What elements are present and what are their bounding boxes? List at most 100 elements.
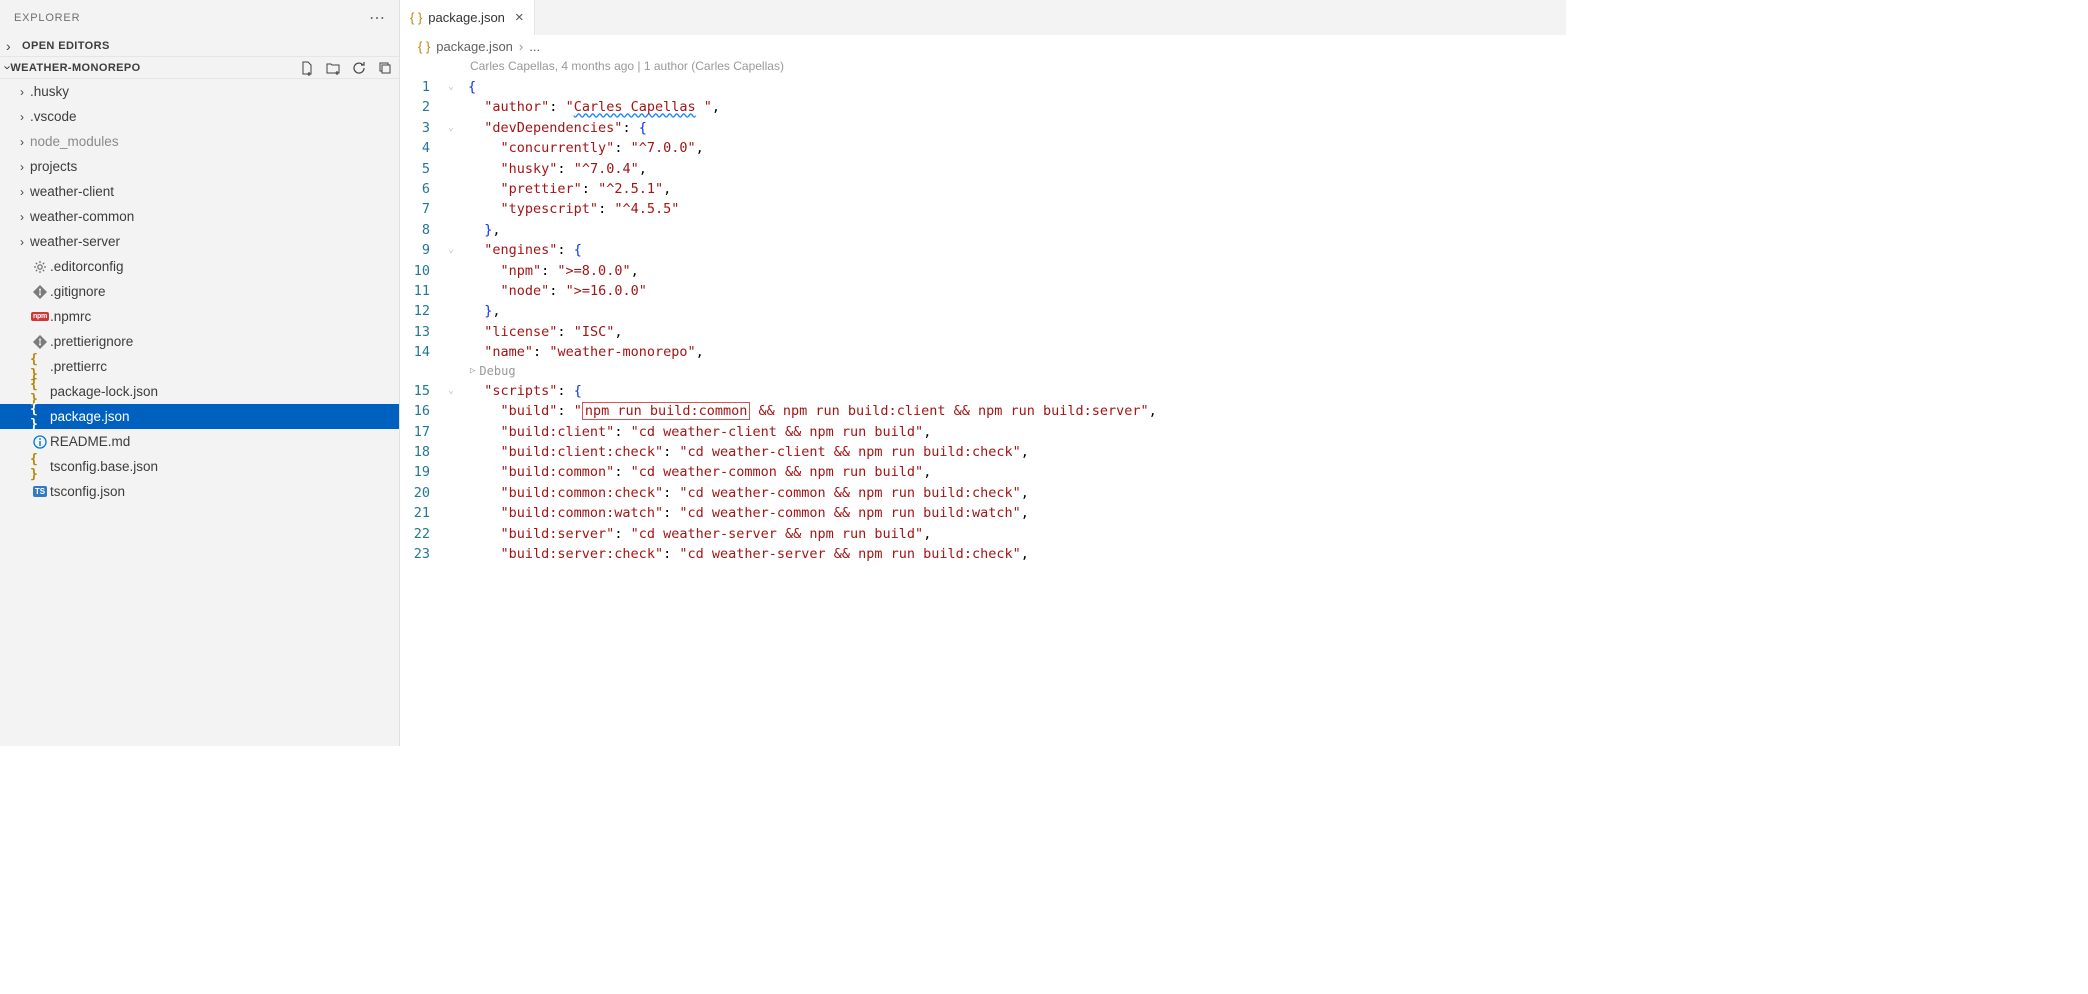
folder-name: WEATHER-MONOREPO — [10, 62, 140, 74]
code-line[interactable]: 8 }, — [400, 220, 1566, 240]
json-file-icon: { } — [410, 10, 422, 25]
folder-projects[interactable]: ›projects — [0, 154, 399, 179]
breadcrumb-ellipsis: ... — [529, 39, 540, 54]
tree-item-label: package-lock.json — [50, 384, 158, 399]
gear-icon — [30, 259, 50, 275]
code-line[interactable]: 22 "build:server": "cd weather-server &&… — [400, 524, 1566, 544]
code-line[interactable]: 18 "build:client:check": "cd weather-cli… — [400, 442, 1566, 462]
line-number: 18 — [400, 442, 448, 462]
code-line[interactable]: 20 "build:common:check": "cd weather-com… — [400, 483, 1566, 503]
line-number: 2 — [400, 97, 448, 117]
chevron-right-icon: › — [14, 160, 30, 174]
breadcrumb-file: package.json — [436, 39, 513, 54]
chevron-right-icon: › — [14, 235, 30, 249]
tree-item-label: .gitignore — [50, 284, 106, 299]
new-file-icon[interactable] — [299, 60, 315, 76]
tab-package-json[interactable]: { } package.json × — [400, 0, 535, 35]
git-icon — [30, 334, 50, 350]
code-line[interactable]: 9⌄ "engines": { — [400, 240, 1566, 260]
tab-label: package.json — [428, 10, 505, 25]
line-number: 21 — [400, 503, 448, 523]
code-line[interactable]: 3⌄ "devDependencies": { — [400, 118, 1566, 138]
file-.npmrc[interactable]: npm.npmrc — [0, 304, 399, 329]
json-icon: { } — [30, 402, 50, 432]
new-folder-icon[interactable] — [325, 60, 341, 76]
tree-item-label: README.md — [50, 434, 130, 449]
code-line[interactable]: 16 "build": "npm run build:common && npm… — [400, 401, 1566, 421]
code-line[interactable]: 4 "concurrently": "^7.0.0", — [400, 138, 1566, 158]
folder-node_modules[interactable]: ›node_modules — [0, 129, 399, 154]
file-.prettierrc[interactable]: { }.prettierrc — [0, 354, 399, 379]
open-editors-label: OPEN EDITORS — [22, 40, 110, 52]
tree-item-label: weather-server — [30, 234, 120, 249]
code-line[interactable]: 11 "node": ">=16.0.0" — [400, 281, 1566, 301]
open-editors-header[interactable]: › OPEN EDITORS — [0, 35, 399, 57]
line-number: 1 — [400, 77, 448, 97]
close-icon[interactable]: × — [511, 9, 524, 26]
code-line[interactable]: 19 "build:common": "cd weather-common &&… — [400, 462, 1566, 482]
folder-.husky[interactable]: ›.husky — [0, 79, 399, 104]
file-.prettierignore[interactable]: .prettierignore — [0, 329, 399, 354]
chevron-right-icon: › — [14, 110, 30, 124]
folder-weather-server[interactable]: ›weather-server — [0, 229, 399, 254]
code-line[interactable]: 15⌄ "scripts": { — [400, 381, 1566, 401]
explorer-sidebar: EXPLORER ⋯ › OPEN EDITORS › WEATHER-MONO… — [0, 0, 400, 746]
tree-item-label: tsconfig.base.json — [50, 459, 158, 474]
code-line[interactable]: 17 "build:client": "cd weather-client &&… — [400, 422, 1566, 442]
code-line[interactable]: 2 "author": "Carles Capellas ", — [400, 97, 1566, 117]
tree-item-label: tsconfig.json — [50, 484, 125, 499]
code-line[interactable]: 6 "prettier": "^2.5.1", — [400, 179, 1566, 199]
line-number: 8 — [400, 220, 448, 240]
tree-item-label: node_modules — [30, 134, 119, 149]
file-package-lock.json[interactable]: { }package-lock.json — [0, 379, 399, 404]
tree-item-label: .npmrc — [50, 309, 91, 324]
highlighted-text: npm run build:common — [582, 402, 751, 420]
code-line[interactable]: 23 "build:server:check": "cd weather-ser… — [400, 544, 1566, 564]
code-line[interactable]: 12 }, — [400, 301, 1566, 321]
play-icon: ▷ — [470, 361, 475, 381]
code-line[interactable]: 21 "build:common:watch": "cd weather-com… — [400, 503, 1566, 523]
fold-icon[interactable]: ⌄ — [448, 381, 468, 401]
debug-codelens[interactable]: ▷Debug — [400, 363, 1566, 381]
code-line[interactable]: 5 "husky": "^7.0.4", — [400, 159, 1566, 179]
npm-icon: npm — [30, 312, 50, 321]
tree-item-label: .prettierrc — [50, 359, 107, 374]
breadcrumbs[interactable]: { } package.json › ... — [400, 35, 1566, 57]
fold-icon[interactable]: ⌄ — [448, 77, 468, 97]
explorer-title: EXPLORER — [14, 12, 80, 24]
line-number: 22 — [400, 524, 448, 544]
file-package.json[interactable]: { }package.json — [0, 404, 399, 429]
fold-icon[interactable]: ⌄ — [448, 118, 468, 138]
code-line[interactable]: 13 "license": "ISC", — [400, 322, 1566, 342]
chevron-right-icon: › — [14, 135, 30, 149]
file-.gitignore[interactable]: .gitignore — [0, 279, 399, 304]
json-file-icon: { } — [418, 39, 430, 54]
collapse-all-icon[interactable] — [377, 60, 393, 76]
code-line[interactable]: 10 "npm": ">=8.0.0", — [400, 261, 1566, 281]
line-number: 17 — [400, 422, 448, 442]
folder-weather-common[interactable]: ›weather-common — [0, 204, 399, 229]
more-actions-icon[interactable]: ⋯ — [369, 8, 385, 28]
file-tsconfig.base.json[interactable]: { }tsconfig.base.json — [0, 454, 399, 479]
line-number: 13 — [400, 322, 448, 342]
json-icon: { } — [30, 452, 50, 482]
readme-icon — [30, 434, 50, 450]
code-line[interactable]: 14 "name": "weather-monorepo", — [400, 342, 1566, 362]
line-number: 12 — [400, 301, 448, 321]
git-icon — [30, 284, 50, 300]
code-editor[interactable]: 1⌄{2 "author": "Carles Capellas ",3⌄ "de… — [400, 75, 1566, 746]
refresh-icon[interactable] — [351, 60, 367, 76]
fold-icon[interactable]: ⌄ — [448, 240, 468, 260]
folder-header[interactable]: › WEATHER-MONOREPO — [0, 57, 399, 79]
folder-actions — [299, 60, 393, 76]
folder-weather-client[interactable]: ›weather-client — [0, 179, 399, 204]
line-number: 4 — [400, 138, 448, 158]
code-line[interactable]: 7 "typescript": "^4.5.5" — [400, 199, 1566, 219]
code-line[interactable]: 1⌄{ — [400, 77, 1566, 97]
file-.editorconfig[interactable]: .editorconfig — [0, 254, 399, 279]
tab-bar: { } package.json × — [400, 0, 1566, 35]
folder-.vscode[interactable]: ›.vscode — [0, 104, 399, 129]
line-number: 5 — [400, 159, 448, 179]
file-tsconfig.json[interactable]: TStsconfig.json — [0, 479, 399, 504]
file-README.md[interactable]: README.md — [0, 429, 399, 454]
